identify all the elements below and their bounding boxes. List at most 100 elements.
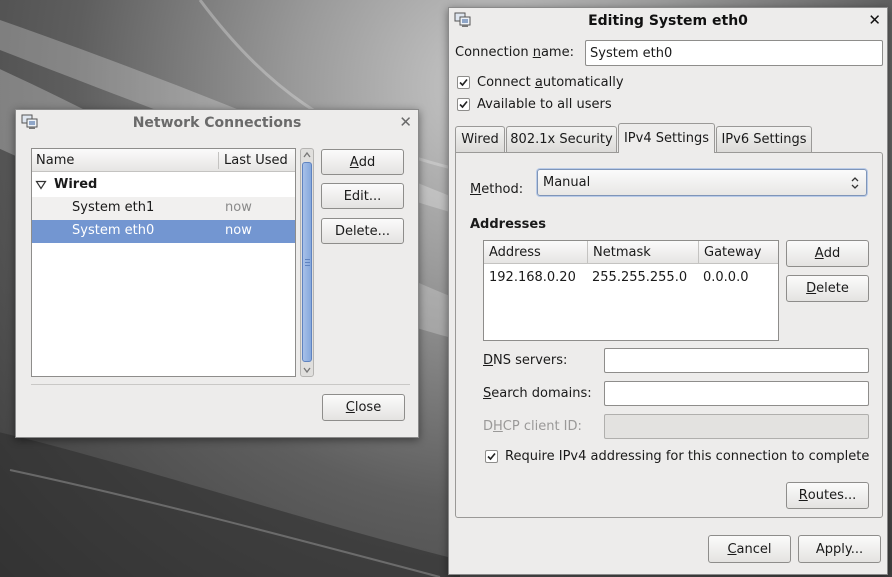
connections-list-header: Name Last Used	[32, 149, 295, 172]
close-icon[interactable]: ✕	[399, 113, 412, 131]
network-connections-title: Network Connections	[132, 115, 302, 131]
connection-row-eth0[interactable]: System eth0 now	[32, 220, 295, 243]
connection-name-field[interactable]: System eth0	[585, 40, 883, 66]
tab-label: IPv4 Settings	[623, 131, 710, 146]
connection-last-used: now	[225, 200, 252, 215]
delete-address-button[interactable]: Delete	[786, 275, 869, 302]
tab-label: IPv6 Settings	[721, 132, 807, 147]
add-label: dd	[358, 154, 376, 170]
column-header-netmask[interactable]: Netmask	[588, 241, 699, 264]
checkmark-icon	[459, 78, 468, 87]
close-icon[interactable]: ✕	[868, 11, 881, 29]
method-value: Manual	[543, 175, 591, 190]
label-mnemonic: n	[532, 45, 541, 60]
dns-servers-label: DNS servers:	[483, 353, 567, 368]
add-mnemonic: A	[814, 246, 824, 261]
column-header-address[interactable]: Address	[484, 241, 588, 264]
label-mnemonic: a	[534, 75, 543, 90]
require-ipv4-label[interactable]: Require IPv4 addressing for this connect…	[505, 449, 869, 464]
connection-name-label: Connection name:	[455, 45, 574, 60]
network-connections-titlebar[interactable]: Network Connections ✕	[16, 110, 418, 136]
edit-connection-button[interactable]: Edit...	[321, 183, 404, 209]
scroll-thumb[interactable]	[302, 162, 312, 362]
add-connection-button[interactable]: Add	[321, 149, 404, 175]
addresses-heading: Addresses	[470, 217, 546, 232]
label-part: NS servers:	[493, 353, 568, 368]
label-part: Connection	[455, 45, 533, 60]
delete-mnemonic: D	[806, 281, 817, 296]
apply-label: Apply...	[815, 541, 864, 557]
connection-last-used: now	[225, 223, 252, 238]
tab-label: 802.1x Security	[510, 132, 613, 147]
label-part: ame:	[540, 45, 574, 60]
label-part: CP client ID:	[502, 419, 582, 434]
editing-titlebar[interactable]: Editing System eth0 ✕	[449, 8, 887, 34]
column-label: Gateway	[704, 244, 762, 260]
connections-scrollbar[interactable]	[300, 148, 314, 377]
network-computers-icon	[21, 114, 38, 129]
method-select[interactable]: Manual	[537, 169, 867, 196]
tab-8021x-security[interactable]: 802.1x Security	[506, 126, 617, 152]
dialog-separator	[31, 384, 410, 385]
add-label: dd	[823, 246, 841, 261]
routes-button[interactable]: Routes...	[786, 482, 869, 509]
editing-connection-window: Editing System eth0 ✕ Connection name: S…	[448, 7, 888, 575]
address-cell[interactable]: 192.168.0.20	[484, 267, 576, 287]
require-ipv4-checkbox[interactable]	[485, 450, 498, 463]
column-label: Netmask	[593, 244, 651, 260]
add-mnemonic: A	[349, 154, 359, 170]
dhcp-client-id-label: DHCP client ID:	[483, 419, 582, 434]
available-to-all-users-label[interactable]: Available to all users	[477, 97, 612, 112]
label-part: ethod:	[481, 182, 524, 197]
delete-connection-button[interactable]: Delete...	[321, 218, 404, 244]
close-mnemonic: C	[345, 400, 355, 415]
column-header-gateway[interactable]: Gateway	[699, 241, 778, 264]
connection-name: System eth1	[72, 200, 155, 215]
search-domains-label: Search domains:	[483, 386, 592, 401]
table-row[interactable]: 192.168.0.20 255.255.255.0 0.0.0.0	[484, 266, 778, 288]
ipv4-settings-panel: Method: Manual Addresses Address Netmask…	[455, 152, 883, 518]
connect-automatically-checkbox[interactable]	[457, 76, 470, 89]
column-header-last-used[interactable]: Last Used	[224, 153, 288, 168]
label-part: utomatically	[542, 75, 624, 90]
tab-ipv4-settings[interactable]: IPv4 Settings	[618, 123, 715, 153]
label-mnemonic: H	[493, 419, 503, 434]
apply-button[interactable]: Apply...	[798, 535, 881, 563]
cancel-button[interactable]: Cancel	[708, 535, 791, 563]
connect-automatically-label[interactable]: Connect automatically	[477, 75, 624, 90]
edit-label: Edit...	[343, 188, 382, 204]
add-address-button[interactable]: Add	[786, 240, 869, 267]
scroll-down-arrow-icon[interactable]	[301, 365, 313, 375]
netmask-cell[interactable]: 255.255.255.0	[587, 267, 687, 287]
dhcp-client-id-field	[604, 414, 869, 439]
label-part: D	[483, 419, 494, 434]
column-header-name[interactable]: Name	[36, 153, 74, 168]
group-row-wired[interactable]: Wired	[32, 174, 295, 197]
editing-title: Editing System eth0	[588, 13, 748, 29]
triangle-down-icon[interactable]	[35, 179, 47, 191]
addresses-table[interactable]: Address Netmask Gateway 192.168.0.20 255…	[483, 240, 779, 341]
search-domains-field[interactable]	[604, 381, 869, 406]
dns-servers-field[interactable]	[604, 348, 869, 373]
close-button[interactable]: Close	[322, 394, 405, 421]
column-label: Address	[489, 244, 541, 260]
label-part: Connect	[477, 75, 535, 90]
tab-ipv6-settings[interactable]: IPv6 Settings	[716, 126, 812, 152]
network-connections-window: Network Connections ✕ Name Last Used Wir…	[15, 109, 419, 438]
scroll-up-arrow-icon[interactable]	[301, 150, 313, 160]
gateway-cell[interactable]: 0.0.0.0	[698, 267, 748, 287]
connections-list[interactable]: Name Last Used Wired System eth1 now Sys…	[31, 148, 296, 377]
connection-name-value: System eth0	[590, 45, 673, 61]
available-to-all-users-checkbox[interactable]	[457, 98, 470, 111]
label-mnemonic: M	[470, 182, 482, 197]
tab-wired[interactable]: Wired	[455, 126, 505, 152]
checkmark-icon	[487, 452, 496, 461]
label-mnemonic: D	[483, 353, 494, 368]
cancel-label: ancel	[736, 541, 772, 557]
group-label-wired: Wired	[54, 177, 98, 192]
close-label: lose	[354, 400, 382, 415]
connection-row-eth1[interactable]: System eth1 now	[32, 197, 295, 220]
delete-label: Delete...	[334, 223, 391, 239]
cancel-mnemonic: C	[727, 541, 737, 557]
checkmark-icon	[459, 100, 468, 109]
